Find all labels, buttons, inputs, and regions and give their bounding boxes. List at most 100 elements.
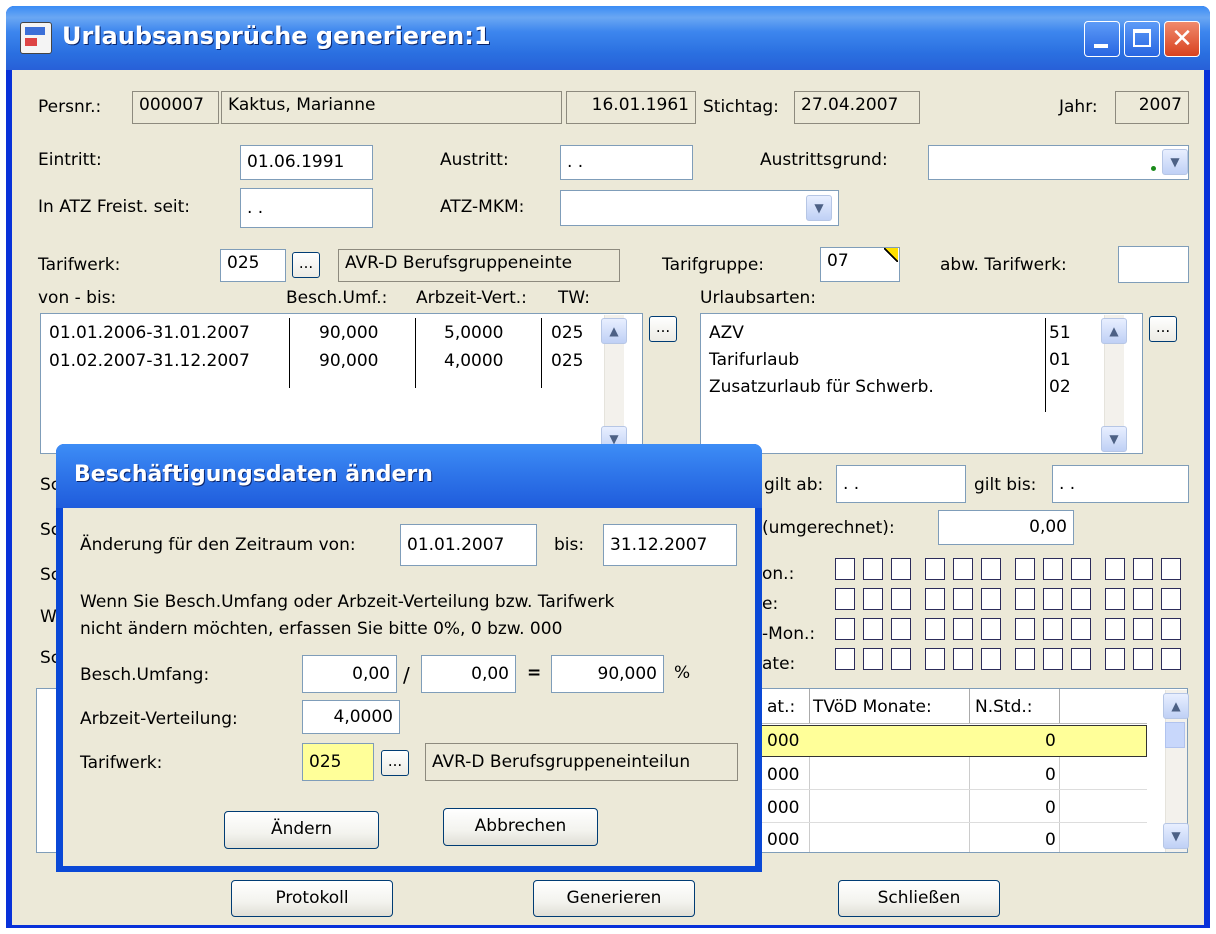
urlaubsarten-edit-button[interactable]: ... bbox=[1149, 316, 1177, 342]
scrollbar[interactable]: ▲ ▼ bbox=[601, 315, 627, 452]
employment-edit-button[interactable]: ... bbox=[649, 316, 677, 342]
month-checkbox[interactable] bbox=[1015, 648, 1035, 670]
hidden-label: ate: bbox=[762, 654, 796, 674]
month-checkbox[interactable] bbox=[1105, 588, 1125, 610]
abw-tarifwerk-field[interactable] bbox=[1118, 246, 1189, 283]
austrittsgrund-select[interactable]: ▼ bbox=[928, 145, 1189, 180]
umgerechnet-label: (umgerechnet): bbox=[762, 518, 895, 538]
austritt-field[interactable]: . . bbox=[560, 145, 693, 180]
scrollbar[interactable]: ▲ ▼ bbox=[1101, 315, 1127, 452]
month-checkbox[interactable] bbox=[1161, 588, 1181, 610]
bis-field[interactable]: 31.12.2007 bbox=[603, 524, 737, 566]
umfang-field-1[interactable]: 0,00 bbox=[302, 655, 397, 693]
eintritt-field[interactable]: 01.06.1991 bbox=[240, 145, 373, 180]
chevron-down-icon[interactable]: ▼ bbox=[806, 195, 832, 221]
besch-umfang-label: Besch.Umfang: bbox=[80, 665, 210, 685]
month-checkbox[interactable] bbox=[835, 648, 855, 670]
chevron-up-icon[interactable]: ▲ bbox=[1101, 318, 1127, 344]
gilt-ab-field[interactable]: . . bbox=[836, 465, 966, 503]
month-checkbox[interactable] bbox=[1105, 558, 1125, 580]
month-checkbox[interactable] bbox=[981, 558, 1001, 580]
month-checkbox[interactable] bbox=[891, 588, 911, 610]
month-checkbox[interactable] bbox=[1071, 648, 1091, 670]
month-checkbox[interactable] bbox=[1133, 558, 1153, 580]
month-checkbox[interactable] bbox=[925, 558, 945, 580]
urlaubsarten-list[interactable]: AZV 51 Tarifurlaub 01 Zusatzurlaub für S… bbox=[700, 313, 1143, 454]
chevron-down-icon[interactable]: ▼ bbox=[1162, 149, 1188, 175]
month-checkbox[interactable] bbox=[1043, 558, 1063, 580]
window-title: Urlaubsansprüche generieren:1 bbox=[62, 22, 491, 50]
month-checkbox[interactable] bbox=[863, 588, 883, 610]
umgerechnet-field[interactable]: 0,00 bbox=[938, 510, 1074, 545]
minimize-button[interactable] bbox=[1084, 21, 1120, 57]
month-checkbox[interactable] bbox=[835, 588, 855, 610]
hidden-label: e: bbox=[762, 594, 779, 614]
von-field[interactable]: 01.01.2007 bbox=[400, 524, 537, 566]
grid-header-tvod-monate: TVöD Monate: bbox=[813, 697, 932, 717]
month-checkbox[interactable] bbox=[1043, 648, 1063, 670]
close-icon: ✕ bbox=[1171, 24, 1193, 54]
month-checkbox[interactable] bbox=[925, 588, 945, 610]
month-checkbox[interactable] bbox=[1105, 618, 1125, 640]
month-checkbox[interactable] bbox=[835, 558, 855, 580]
tarifwerk-field[interactable]: 025 bbox=[220, 249, 286, 282]
month-checkbox[interactable] bbox=[953, 618, 973, 640]
chevron-down-icon[interactable]: ▼ bbox=[1101, 426, 1127, 452]
month-checkbox[interactable] bbox=[981, 618, 1001, 640]
month-checkbox[interactable] bbox=[1071, 558, 1091, 580]
chevron-up-icon[interactable]: ▲ bbox=[1163, 693, 1189, 719]
atz-field[interactable]: . . bbox=[240, 188, 373, 228]
month-checkbox[interactable] bbox=[891, 558, 911, 580]
dialog-tarifwerk-lookup-button[interactable]: ... bbox=[381, 750, 409, 776]
month-checkbox[interactable] bbox=[1161, 648, 1181, 670]
scrollbar[interactable]: ▲ ▼ bbox=[1163, 690, 1189, 852]
chevron-down-icon[interactable]: ▼ bbox=[1163, 823, 1189, 849]
month-checkbox[interactable] bbox=[863, 618, 883, 640]
aendern-button[interactable]: Ändern bbox=[224, 811, 379, 849]
month-checkbox[interactable] bbox=[1133, 618, 1153, 640]
protokoll-button[interactable]: Protokoll bbox=[231, 880, 393, 917]
month-checkbox[interactable] bbox=[925, 648, 945, 670]
month-checkbox[interactable] bbox=[981, 648, 1001, 670]
month-checkbox[interactable] bbox=[981, 588, 1001, 610]
umfang-field-2[interactable]: 0,00 bbox=[421, 655, 516, 693]
tarifwerk-lookup-button[interactable]: ... bbox=[292, 252, 320, 278]
month-checkbox[interactable] bbox=[1105, 648, 1125, 670]
month-checkbox[interactable] bbox=[891, 618, 911, 640]
employment-list[interactable]: 01.01.2006-31.01.2007 90,000 5,0000 025 … bbox=[40, 313, 643, 454]
month-checkbox[interactable] bbox=[1015, 558, 1035, 580]
chevron-up-icon[interactable]: ▲ bbox=[601, 318, 627, 344]
jahr-field: 2007 bbox=[1115, 91, 1189, 124]
atzmkm-select[interactable]: ▼ bbox=[560, 190, 839, 226]
schliessen-button[interactable]: Schließen bbox=[838, 880, 1000, 917]
month-checkbox[interactable] bbox=[835, 618, 855, 640]
scrollbar-thumb[interactable] bbox=[1165, 722, 1185, 748]
month-checkbox[interactable] bbox=[1071, 588, 1091, 610]
close-button[interactable]: ✕ bbox=[1164, 21, 1200, 57]
dialog-tarifwerk-field[interactable]: 025 bbox=[302, 743, 374, 781]
month-checkbox[interactable] bbox=[1133, 588, 1153, 610]
abbrechen-button[interactable]: Abbrechen bbox=[443, 808, 598, 846]
month-checkbox[interactable] bbox=[863, 648, 883, 670]
col-besch-umf: Besch.Umf.: bbox=[286, 288, 388, 308]
maximize-button[interactable] bbox=[1124, 21, 1160, 57]
month-checkbox[interactable] bbox=[1043, 588, 1063, 610]
gilt-bis-field[interactable]: . . bbox=[1052, 465, 1189, 503]
month-checkbox[interactable] bbox=[863, 558, 883, 580]
month-checkbox[interactable] bbox=[1071, 618, 1091, 640]
month-checkbox[interactable] bbox=[953, 648, 973, 670]
month-checkbox[interactable] bbox=[891, 648, 911, 670]
month-checkbox[interactable] bbox=[953, 588, 973, 610]
month-checkbox[interactable] bbox=[953, 558, 973, 580]
month-checkbox[interactable] bbox=[1015, 618, 1035, 640]
month-checkbox[interactable] bbox=[1161, 558, 1181, 580]
month-checkbox[interactable] bbox=[1015, 588, 1035, 610]
month-checkbox[interactable] bbox=[1133, 648, 1153, 670]
arbzeit-verteilung-field[interactable]: 4,0000 bbox=[302, 700, 400, 734]
month-checkbox[interactable] bbox=[1043, 618, 1063, 640]
umfang-result-field[interactable]: 90,000 bbox=[551, 655, 664, 693]
generieren-button[interactable]: Generieren bbox=[533, 880, 695, 917]
month-checkbox[interactable] bbox=[925, 618, 945, 640]
month-checkbox[interactable] bbox=[1161, 618, 1181, 640]
birthdate-field: 16.01.1961 bbox=[566, 91, 696, 124]
